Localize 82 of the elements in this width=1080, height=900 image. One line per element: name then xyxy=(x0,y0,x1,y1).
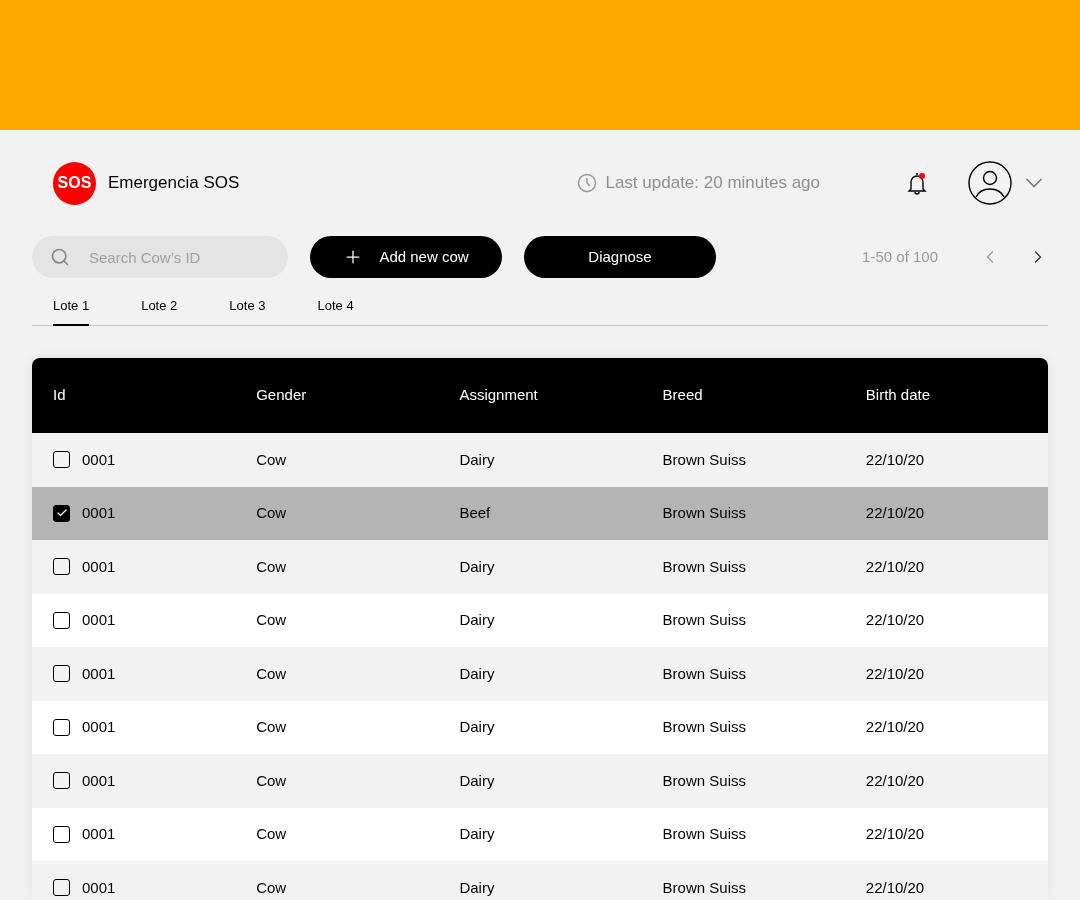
table-cell-text: Brown Suiss xyxy=(661,770,747,791)
table-cell-text: 0001 xyxy=(82,610,116,630)
row-checkbox[interactable] xyxy=(53,879,70,897)
row-checkbox[interactable] xyxy=(53,772,70,790)
column-header: Id xyxy=(52,385,67,406)
table-cell-text: Cow xyxy=(255,556,288,577)
table-cell-text: Brown Suiss xyxy=(661,717,747,737)
table-cell-text: 22/10/20 xyxy=(864,877,926,898)
column-header: Birth date xyxy=(864,385,931,406)
last-update-text: Last update: 20 minutes ago xyxy=(605,172,820,195)
table-cell-text: 0001 xyxy=(82,717,116,737)
table-cell-text: Dairy xyxy=(458,556,496,577)
table-cell-text: Dairy xyxy=(458,824,496,844)
table-cell-text: Brown Suiss xyxy=(661,610,747,630)
table-row[interactable]: 0001 Cow Dairy Brown Suiss 22/10/20 xyxy=(32,540,1048,594)
user-avatar-icon[interactable] xyxy=(968,161,1012,205)
tab[interactable]: Lote 1 xyxy=(53,288,90,326)
column-header: Gender xyxy=(255,385,308,406)
table-cell-text: 22/10/20 xyxy=(864,770,926,791)
table-row[interactable]: 0001 Cow Dairy Brown Suiss 22/10/20 xyxy=(32,754,1048,808)
table-cell-text: 0001 xyxy=(82,877,116,898)
table-cell-text: 0001 xyxy=(82,663,116,684)
table-row[interactable]: 0001 Cow Dairy Brown Suiss 22/10/20 xyxy=(32,433,1048,487)
table-cell-text: 22/10/20 xyxy=(864,449,926,470)
table-cell-text: Brown Suiss xyxy=(661,663,747,684)
add-button[interactable]: Add new cow xyxy=(310,236,502,278)
tab[interactable]: Lote 4 xyxy=(317,288,354,326)
table-row[interactable]: 0001 Cow Beef Brown Suiss 22/10/20 xyxy=(32,486,1048,540)
table-cell-text: Cow xyxy=(255,824,288,844)
table-cell-text: 0001 xyxy=(82,556,116,577)
table-cell-text: 22/10/20 xyxy=(864,824,926,844)
clock-icon xyxy=(577,173,598,193)
table-row[interactable]: 0001 Cow Dairy Brown Suiss 22/10/20 xyxy=(32,593,1048,647)
table-cell-text: 0001 xyxy=(82,770,116,791)
table-row[interactable]: 0001 Cow Dairy Brown Suiss 22/10/20 xyxy=(32,807,1048,861)
tab[interactable]: Lote 2 xyxy=(141,288,178,326)
search-icon xyxy=(50,247,70,267)
action-button[interactable]: Diagnose xyxy=(524,236,716,278)
tab[interactable]: Lote 3 xyxy=(229,288,266,326)
table-cell-text: 0001 xyxy=(82,449,116,470)
table-cell-text: 0001 xyxy=(82,503,116,523)
row-checkbox[interactable] xyxy=(53,451,70,469)
row-checkbox[interactable] xyxy=(53,504,70,522)
table-cell-text: Cow xyxy=(255,663,288,684)
row-checkbox[interactable] xyxy=(53,611,70,629)
table-cell-text: 0001 xyxy=(82,824,116,844)
table-cell-text: Dairy xyxy=(458,877,496,898)
table-cell-text: Dairy xyxy=(458,610,496,630)
table-row[interactable]: 0001 Cow Dairy Brown Suiss 22/10/20 xyxy=(32,861,1048,900)
table-cell-text: Dairy xyxy=(458,449,496,470)
table-cell-text: Cow xyxy=(255,770,288,791)
table-cell-text: 22/10/20 xyxy=(864,717,926,737)
table-cell-text: Dairy xyxy=(458,770,496,791)
table-cell-text: 22/10/20 xyxy=(864,503,926,523)
table-cell-text: Cow xyxy=(255,610,288,630)
table-cell-text: Beef xyxy=(458,503,492,523)
row-checkbox[interactable] xyxy=(53,825,70,843)
row-checkbox[interactable] xyxy=(53,718,70,736)
sos-logo: SOS xyxy=(53,161,96,205)
table-cell-text: 22/10/20 xyxy=(864,556,926,577)
table-cell-text: Cow xyxy=(255,877,288,898)
column-header: Breed xyxy=(661,385,704,406)
table-cell-text: Brown Suiss xyxy=(661,824,747,844)
table-cell-text: Brown Suiss xyxy=(661,449,747,470)
table-cell-text: Cow xyxy=(255,503,288,523)
row-checkbox[interactable] xyxy=(53,665,70,683)
row-checkbox[interactable] xyxy=(53,558,70,576)
table-cell-text: Brown Suiss xyxy=(661,503,747,523)
search-field[interactable]: Search Cow’s ID xyxy=(32,236,288,278)
table-cell-text: Brown Suiss xyxy=(661,556,747,577)
app-title: Emergencia SOS xyxy=(108,172,240,195)
pagination-text: 1-50 of 100 xyxy=(862,246,938,267)
column-header: Assignment xyxy=(458,385,539,406)
table-cell-text: 22/10/20 xyxy=(864,663,926,684)
table-cell-text: Cow xyxy=(255,449,288,470)
table-cell-text: Dairy xyxy=(458,717,496,737)
table-cell-text: Brown Suiss xyxy=(661,877,747,898)
table-row[interactable]: 0001 Cow Dairy Brown Suiss 22/10/20 xyxy=(32,647,1048,701)
table-cell-text: 22/10/20 xyxy=(864,610,926,630)
table-row[interactable]: 0001 Cow Dairy Brown Suiss 22/10/20 xyxy=(32,700,1048,754)
table-cell-text: Dairy xyxy=(458,663,496,684)
table-cell-text: Cow xyxy=(255,717,288,737)
